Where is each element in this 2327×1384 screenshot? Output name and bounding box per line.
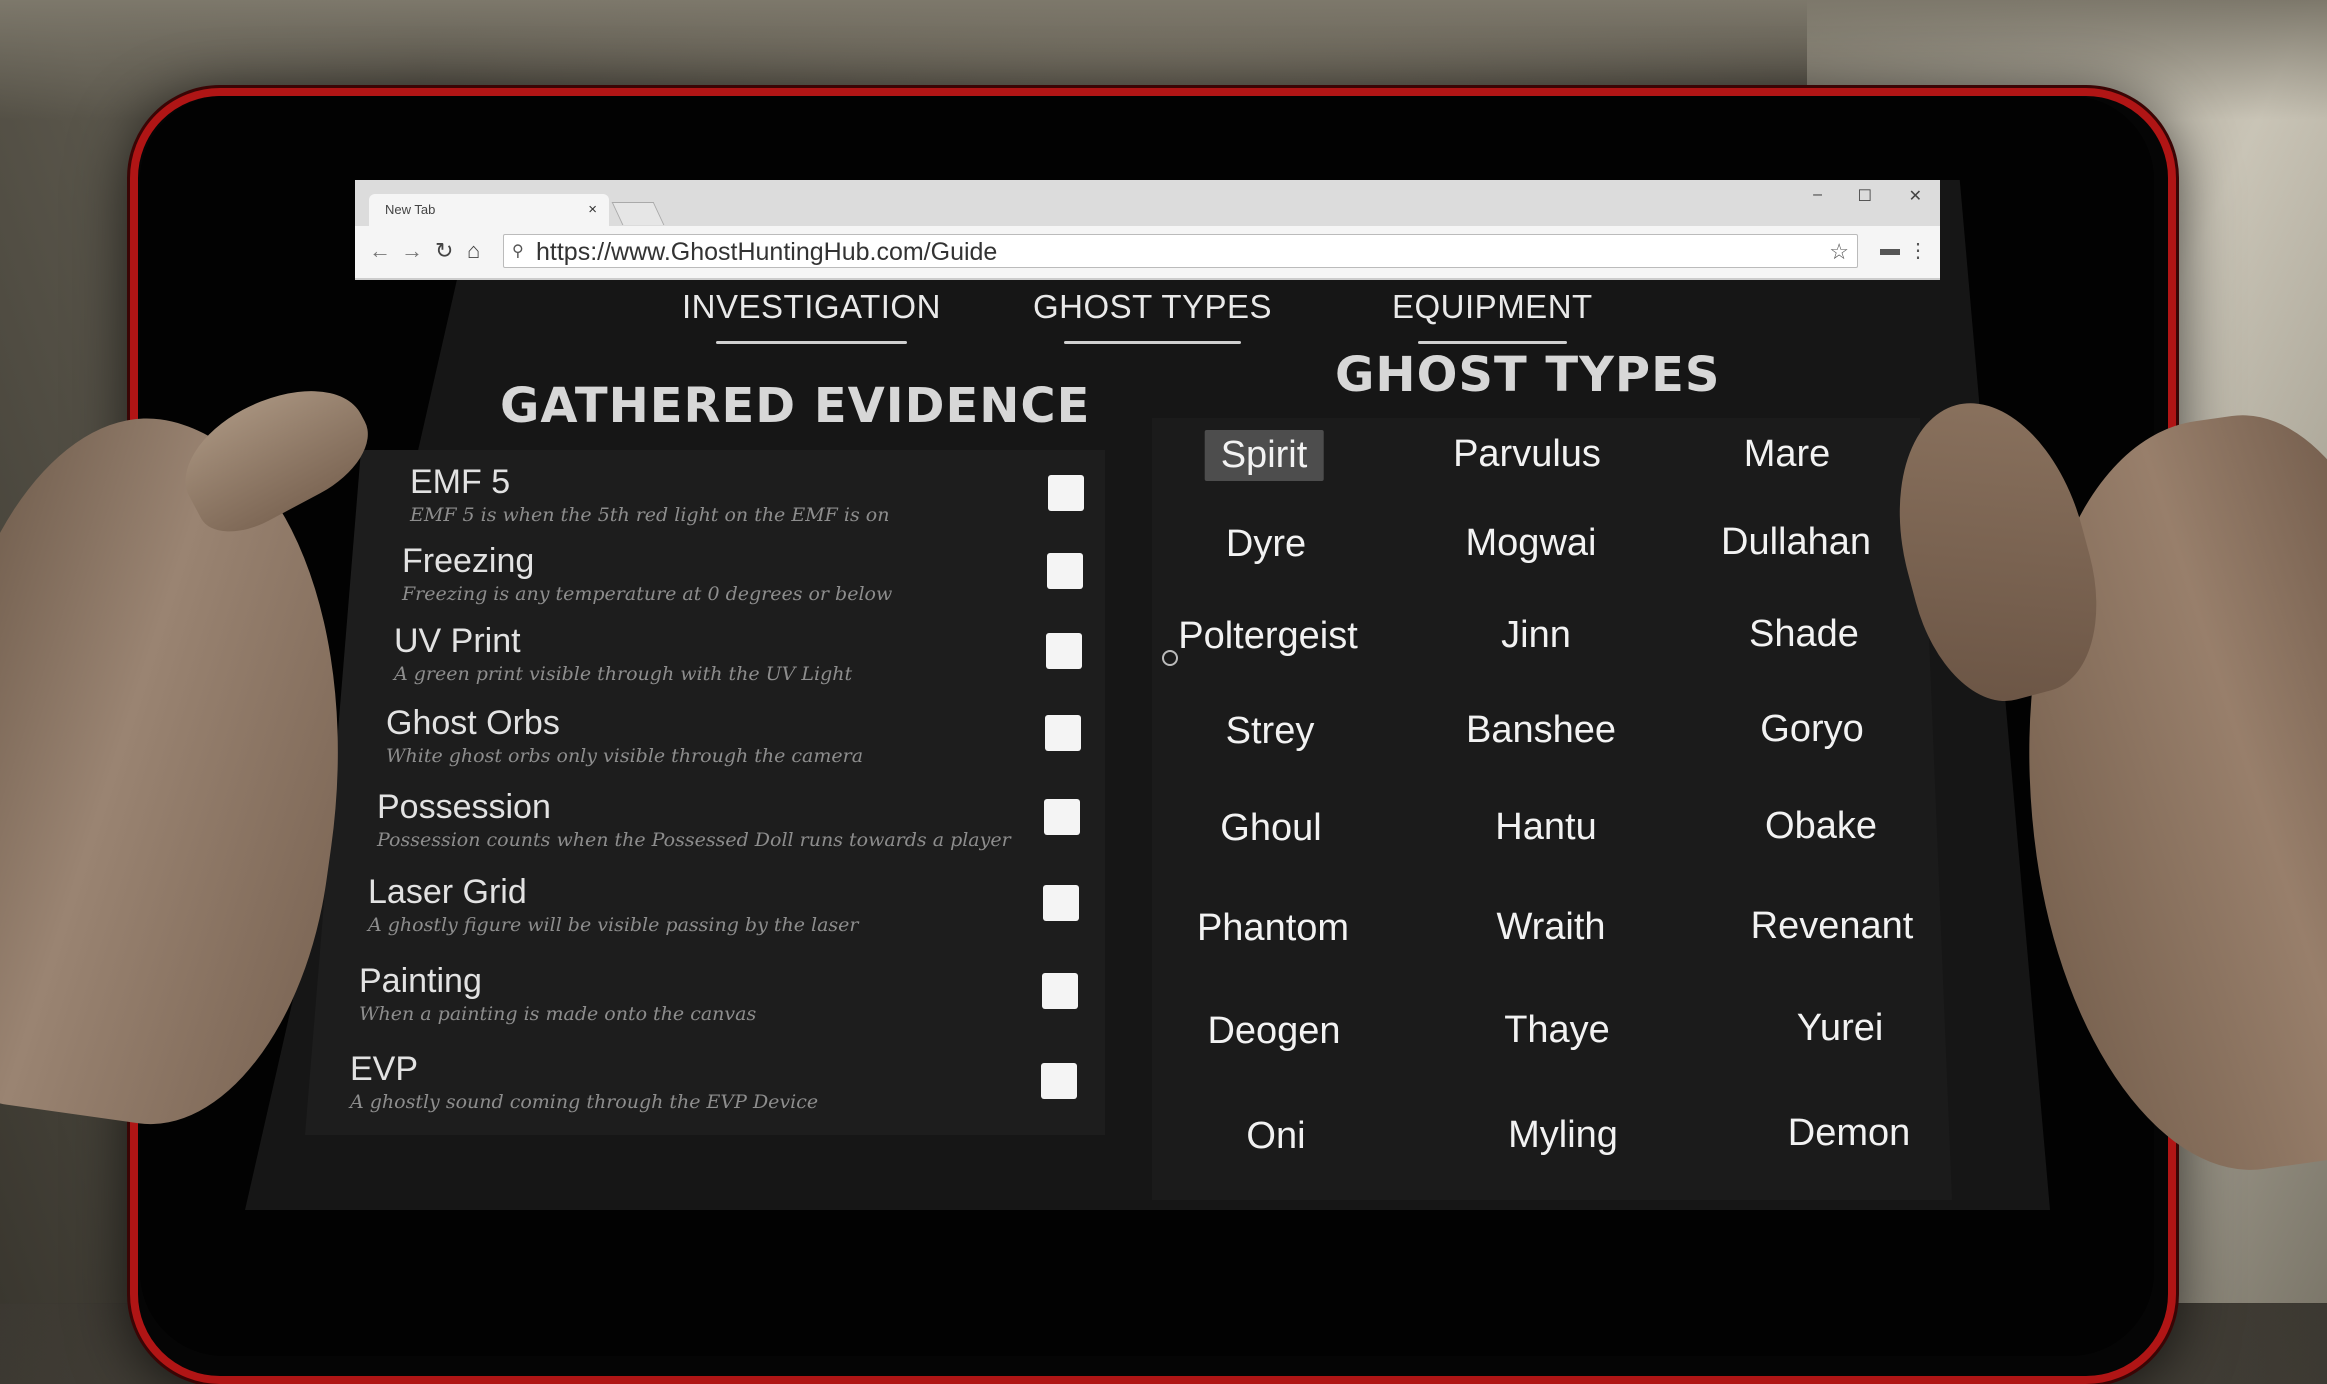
ghost-myling[interactable]: Myling bbox=[1508, 1114, 1618, 1157]
ghost-goryo[interactable]: Goryo bbox=[1760, 708, 1863, 751]
evidence-checkbox-possession[interactable] bbox=[1044, 799, 1080, 835]
evidence-checkbox-laser-grid[interactable] bbox=[1043, 885, 1079, 921]
nav-ghost-types[interactable]: GHOST TYPES bbox=[1033, 288, 1273, 344]
evidence-desc: White ghost orbs only visible through th… bbox=[386, 745, 864, 767]
ghost-deogen[interactable]: Deogen bbox=[1207, 1010, 1340, 1053]
nav-underline bbox=[1064, 341, 1241, 344]
evidence-checkbox-uv-print[interactable] bbox=[1046, 633, 1082, 669]
forward-arrow-icon[interactable]: → bbox=[401, 238, 423, 264]
ghost-banshee[interactable]: Banshee bbox=[1466, 709, 1616, 752]
evidence-heading: GATHERED EVIDENCE bbox=[500, 378, 1091, 434]
ghost-yurei[interactable]: Yurei bbox=[1797, 1007, 1884, 1050]
evidence-desc: A ghostly figure will be visible passing… bbox=[368, 914, 859, 936]
evidence-desc: A ghostly sound coming through the EVP D… bbox=[350, 1091, 819, 1113]
evidence-title: Freezing bbox=[402, 542, 535, 580]
home-icon[interactable]: ⌂ bbox=[467, 238, 480, 264]
maximize-icon[interactable]: ☐ bbox=[1858, 186, 1872, 206]
nav-underline bbox=[715, 341, 908, 344]
evidence-row-painting: Painting When a painting is made onto th… bbox=[359, 962, 756, 1025]
evidence-row-possession: Possession Possession counts when the Po… bbox=[377, 788, 1011, 851]
evidence-title: Ghost Orbs bbox=[386, 704, 560, 742]
nav-equipment[interactable]: EQUIPMENT bbox=[1392, 288, 1593, 344]
ghost-hantu[interactable]: Hantu bbox=[1495, 806, 1596, 849]
ghost-mare[interactable]: Mare bbox=[1744, 433, 1831, 476]
ghost-dyre[interactable]: Dyre bbox=[1226, 523, 1306, 566]
evidence-checkbox-ghost-orbs[interactable] bbox=[1045, 715, 1081, 751]
ghost-phantom[interactable]: Phantom bbox=[1197, 907, 1349, 950]
evidence-row-evp: EVP A ghostly sound coming through the E… bbox=[350, 1050, 818, 1113]
tab-title: New Tab bbox=[385, 202, 436, 217]
nav-investigation-label: INVESTIGATION bbox=[682, 288, 941, 325]
browser-toolbar: ← → ↻ ⌂ ⚲ ☆ ▬ ⋮ bbox=[355, 226, 1940, 280]
extension-icon[interactable]: ▬ bbox=[1880, 238, 1900, 261]
ghost-mogwai[interactable]: Mogwai bbox=[1466, 522, 1597, 565]
evidence-row-ghost-orbs: Ghost Orbs White ghost orbs only visible… bbox=[386, 704, 863, 767]
ghost-revenant[interactable]: Revenant bbox=[1751, 905, 1914, 948]
evidence-title: EVP bbox=[350, 1050, 419, 1088]
tab-strip: New Tab × – ☐ ✕ bbox=[355, 180, 1940, 226]
ghost-oni[interactable]: Oni bbox=[1246, 1115, 1305, 1158]
ghost-types-heading: GHOST TYPES bbox=[1335, 347, 1721, 403]
evidence-checkbox-emf5[interactable] bbox=[1048, 475, 1084, 511]
evidence-title: UV Print bbox=[394, 622, 521, 660]
evidence-desc: When a painting is made onto the canvas bbox=[359, 1003, 757, 1025]
search-icon: ⚲ bbox=[512, 243, 524, 260]
browser-tab[interactable]: New Tab × bbox=[369, 194, 609, 226]
evidence-title: Laser Grid bbox=[368, 873, 527, 911]
evidence-row-laser-grid: Laser Grid A ghostly figure will be visi… bbox=[368, 873, 859, 936]
evidence-desc: A green print visible through with the U… bbox=[394, 663, 853, 685]
ghost-poltergeist[interactable]: Poltergeist bbox=[1178, 615, 1358, 658]
new-tab-button[interactable] bbox=[611, 202, 665, 225]
evidence-checkbox-freezing[interactable] bbox=[1047, 553, 1083, 589]
nav-equipment-label: EQUIPMENT bbox=[1392, 288, 1593, 325]
ghost-jinn[interactable]: Jinn bbox=[1501, 614, 1571, 657]
browser-window: New Tab × – ☐ ✕ ← → ↻ ⌂ ⚲ ☆ ▬ ⋮ bbox=[355, 180, 1940, 280]
evidence-row-emf5: EMF 5 EMF 5 is when the 5th red light on… bbox=[410, 463, 889, 526]
ghost-shade[interactable]: Shade bbox=[1749, 613, 1859, 656]
nav-underline bbox=[1418, 341, 1567, 344]
nav-investigation[interactable]: INVESTIGATION bbox=[682, 288, 941, 344]
ghost-spirit[interactable]: Spirit bbox=[1204, 430, 1324, 481]
evidence-row-uv-print: UV Print A green print visible through w… bbox=[394, 622, 852, 685]
ghost-parvulus[interactable]: Parvulus bbox=[1453, 433, 1601, 476]
menu-kebab-icon[interactable]: ⋮ bbox=[1908, 238, 1928, 263]
address-bar[interactable]: ⚲ ☆ bbox=[503, 234, 1858, 268]
cursor-ring-icon bbox=[1162, 650, 1178, 666]
ghost-obake[interactable]: Obake bbox=[1765, 805, 1877, 848]
ghost-thaye[interactable]: Thaye bbox=[1504, 1009, 1610, 1052]
evidence-title: Possession bbox=[377, 788, 551, 826]
nav-ghost-types-label: GHOST TYPES bbox=[1033, 288, 1273, 325]
ghost-strey[interactable]: Strey bbox=[1226, 710, 1315, 753]
evidence-desc: Freezing is any temperature at 0 degrees… bbox=[402, 583, 893, 605]
ghost-ghoul[interactable]: Ghoul bbox=[1220, 807, 1321, 850]
evidence-row-freezing: Freezing Freezing is any temperature at … bbox=[402, 542, 892, 605]
reload-icon[interactable]: ↻ bbox=[435, 238, 453, 264]
minimize-icon[interactable]: – bbox=[1813, 186, 1822, 204]
evidence-checkbox-painting[interactable] bbox=[1042, 973, 1078, 1009]
evidence-title: Painting bbox=[359, 962, 482, 1000]
ghost-dullahan[interactable]: Dullahan bbox=[1721, 521, 1871, 564]
tab-close-icon[interactable]: × bbox=[588, 194, 597, 226]
evidence-desc: Possession counts when the Possessed Dol… bbox=[377, 829, 1011, 851]
evidence-desc: EMF 5 is when the 5th red light on the E… bbox=[410, 504, 890, 526]
evidence-checkbox-evp[interactable] bbox=[1041, 1063, 1077, 1099]
evidence-title: EMF 5 bbox=[410, 463, 511, 501]
bookmark-star-icon[interactable]: ☆ bbox=[1829, 239, 1849, 265]
back-arrow-icon[interactable]: ← bbox=[369, 238, 391, 264]
ghost-wraith[interactable]: Wraith bbox=[1496, 906, 1605, 949]
url-input[interactable] bbox=[534, 237, 1818, 267]
window-close-icon[interactable]: ✕ bbox=[1909, 186, 1922, 206]
ghost-demon[interactable]: Demon bbox=[1788, 1112, 1911, 1155]
